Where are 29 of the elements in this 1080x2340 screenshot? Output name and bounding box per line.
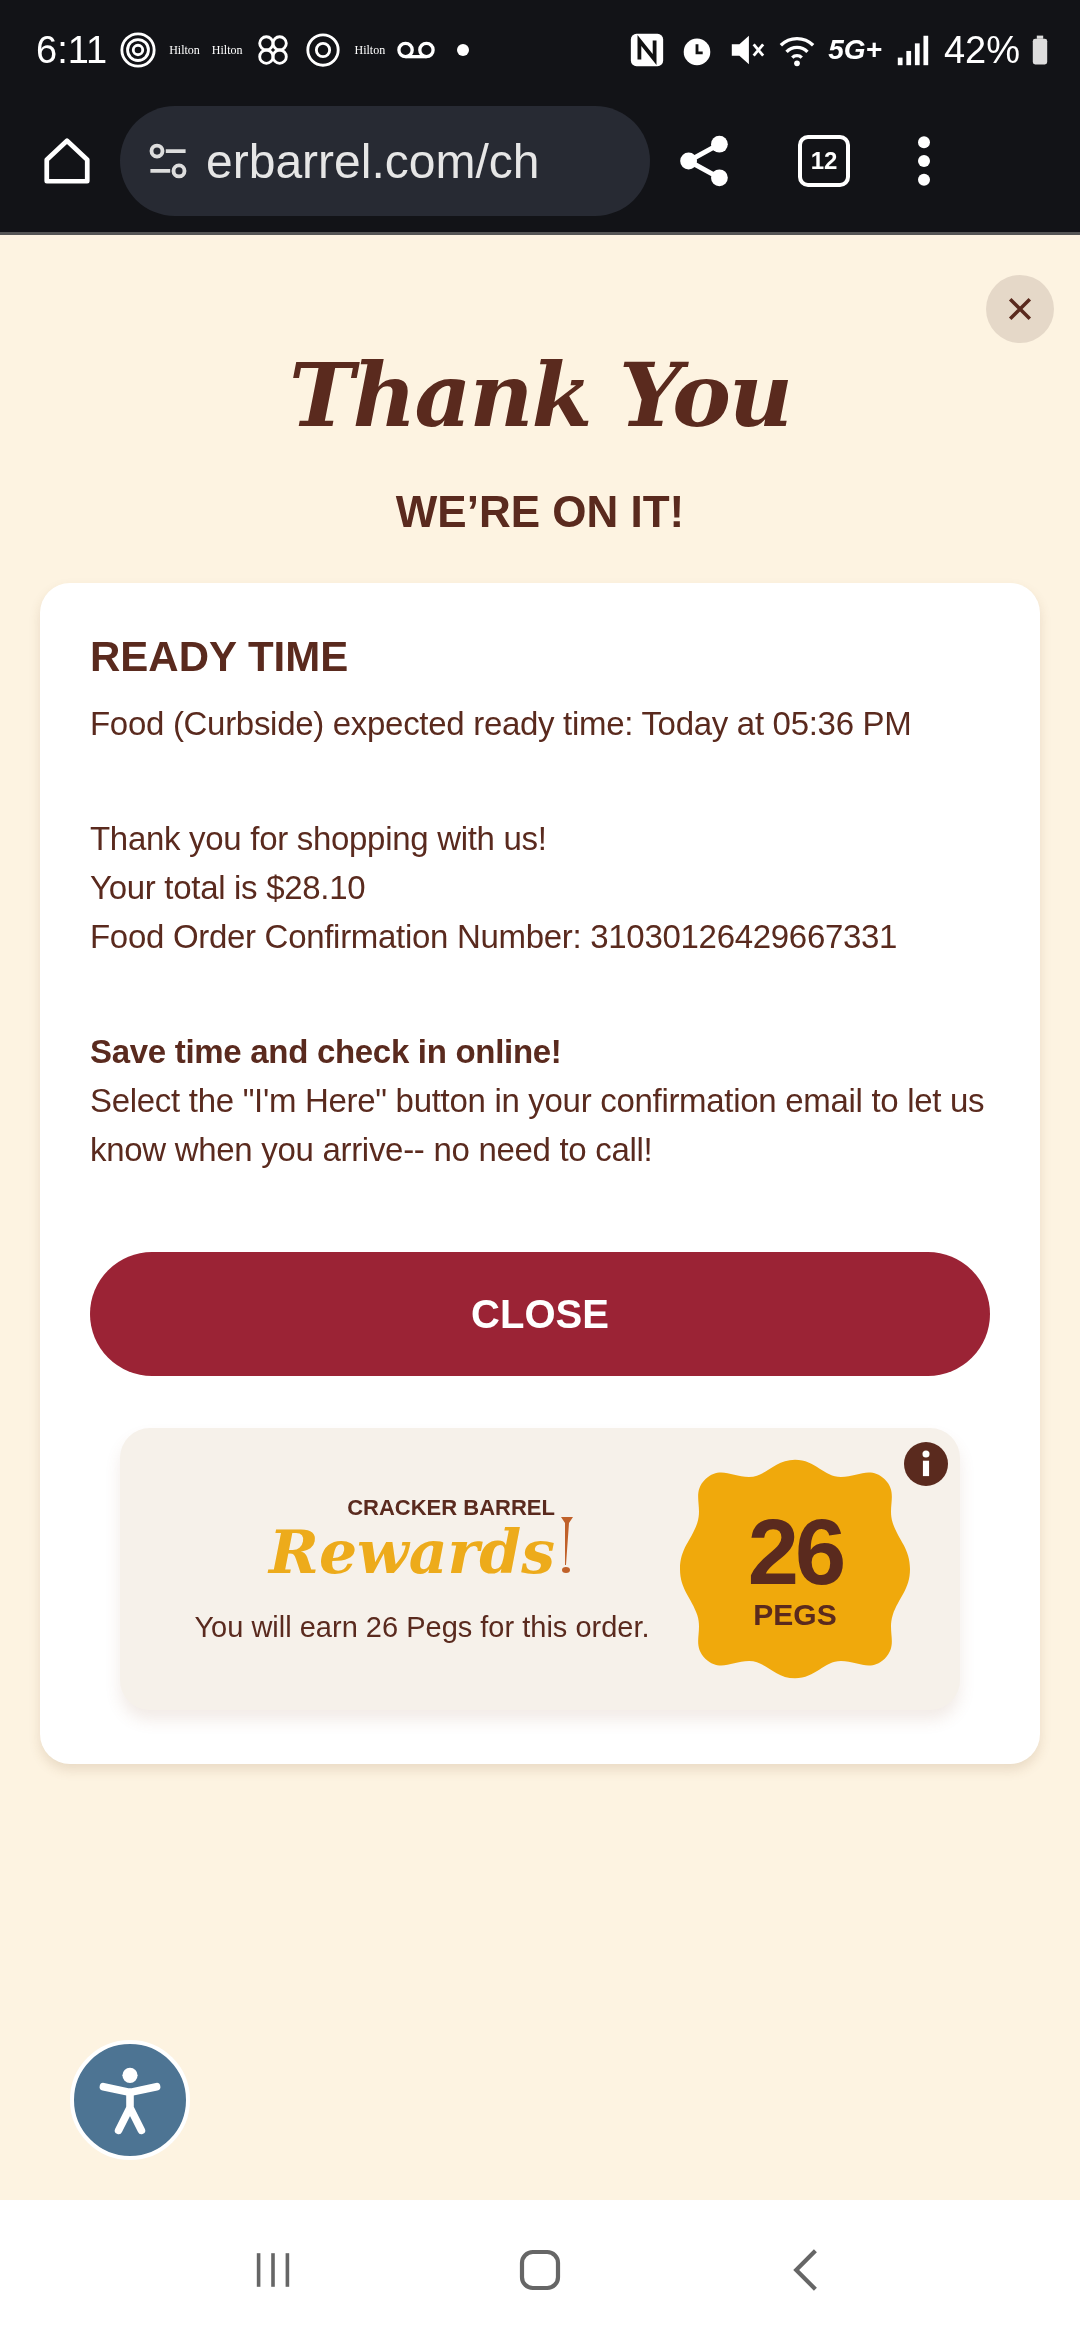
network-type: 5G+ xyxy=(828,34,882,66)
page-title: Thank You xyxy=(288,343,792,447)
order-info-text: Thank you for shopping with us! xyxy=(90,819,548,859)
checkin-heading: Save time and check in online! xyxy=(90,1032,563,1072)
page-subtitle: WE’RE ON IT! xyxy=(394,487,686,537)
dot-icon xyxy=(457,44,470,56)
order-info-text: Food Order Confirmation Number: 31030126429667331 xyxy=(90,917,899,957)
info-icon[interactable] xyxy=(904,1442,948,1486)
brand-name: CRACKER BARREL xyxy=(347,1494,555,1521)
notification-label: Hilton xyxy=(169,42,200,58)
battery-percent: 42% xyxy=(943,28,1020,72)
menu-button[interactable] xyxy=(916,134,932,188)
tabs-button[interactable]: 12 xyxy=(798,135,850,187)
url-text: erbarrel.com/ch xyxy=(206,133,540,189)
rewards-message: You will earn 26 Pegs for this order. xyxy=(194,1610,650,1644)
battery-icon xyxy=(1032,34,1048,66)
close-button[interactable]: CLOSE xyxy=(90,1252,990,1376)
address-bar[interactable]: erbarrel.com/ch xyxy=(120,106,650,216)
pegs-label: PEGS xyxy=(753,1598,837,1632)
rewards-logo-text: Rewards xyxy=(269,1520,555,1583)
order-info-text: Your total is $28.10 xyxy=(90,868,367,908)
notification-label: Hilton xyxy=(354,42,386,58)
ready-time-text: Food (Curbside) expected ready time: Today at 05:36 PM xyxy=(90,704,913,744)
notification-label: Hilton xyxy=(211,42,243,58)
pegs-count: 26 xyxy=(747,1506,843,1598)
checkin-text: Select the "I'm Here" button in your confirmation email to let us know when you arrive-- no need to call! xyxy=(90,1081,986,1170)
section-heading: READY TIME xyxy=(90,633,350,681)
close-icon[interactable] xyxy=(1006,295,1034,323)
status-time: 6:11 xyxy=(36,28,108,72)
